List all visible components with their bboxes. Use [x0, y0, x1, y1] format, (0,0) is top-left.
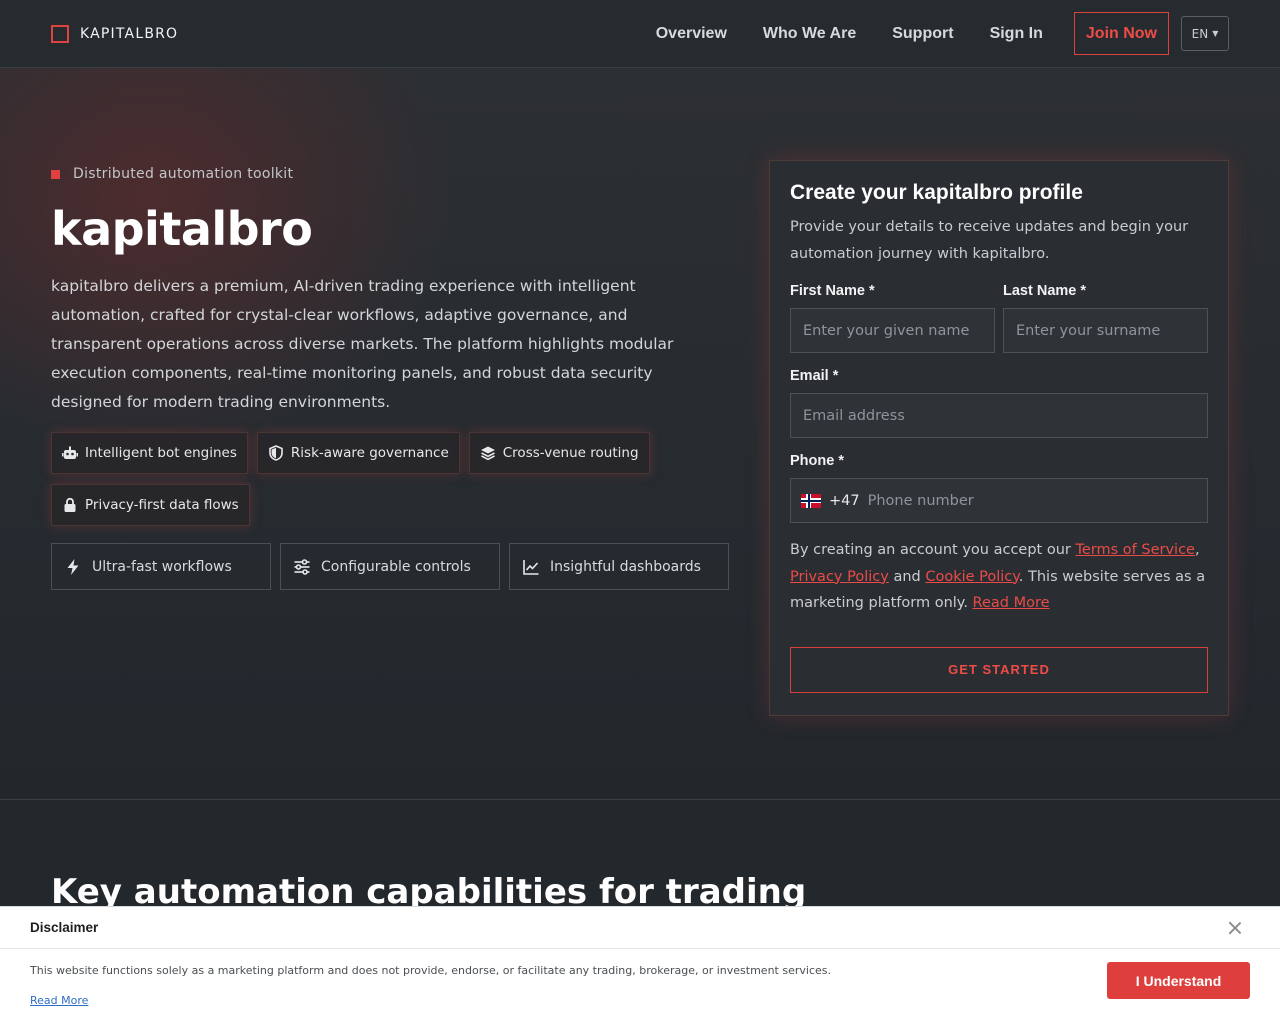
hero-section: Distributed automation toolkit kapitalbr…	[0, 68, 1280, 800]
square-bullet-icon	[51, 169, 60, 179]
shield-icon	[269, 445, 283, 461]
feature-configurable: Configurable controls	[280, 543, 500, 590]
disclaimer-text: This website functions solely as a marke…	[30, 964, 831, 977]
first-name-group: First Name * Enter your given name	[790, 283, 995, 353]
first-name-placeholder: Enter your given name	[803, 322, 970, 339]
chip-label: Intelligent bot engines	[85, 445, 237, 461]
feature-ultra-fast: Ultra-fast workflows	[51, 543, 271, 590]
join-now-button[interactable]: Join Now	[1073, 12, 1169, 55]
nav-support[interactable]: Support	[892, 25, 953, 43]
hero-eyebrow: Distributed automation toolkit	[51, 166, 293, 182]
feature-label: Insightful dashboards	[550, 558, 701, 575]
logo[interactable]: KAPITALBRO	[51, 24, 179, 43]
email-label: Email *	[790, 368, 839, 384]
last-name-input[interactable]: Enter your surname	[1003, 308, 1208, 353]
nav-who-we-are[interactable]: Who We Are	[763, 25, 856, 43]
chevron-down-icon: ▼	[1212, 29, 1219, 38]
language-label: EN	[1191, 26, 1209, 41]
signup-card: Create your kapitalbro profile Provide y…	[769, 160, 1229, 716]
privacy-policy-link[interactable]: Privacy Policy	[790, 569, 889, 585]
email-group: Email * Email address	[790, 368, 1208, 438]
email-placeholder: Email address	[803, 407, 905, 424]
phone-country-code[interactable]: +47	[829, 493, 860, 509]
phone-placeholder: Phone number	[867, 492, 974, 509]
site-header: KAPITALBRO Overview Who We Are Support S…	[0, 0, 1280, 68]
eyebrow-text: Distributed automation toolkit	[73, 166, 294, 182]
email-input[interactable]: Email address	[790, 393, 1208, 438]
lock-icon	[64, 497, 76, 512]
i-understand-button[interactable]: I Understand	[1107, 962, 1250, 999]
feature-cards: Ultra-fast workflows Configurable contro…	[51, 543, 729, 590]
first-name-input[interactable]: Enter your given name	[790, 308, 995, 353]
chart-line-icon	[523, 559, 539, 575]
chip-cross-venue: Cross-venue routing	[468, 432, 650, 474]
logo-square-icon	[51, 24, 69, 43]
hero-title: kapitalbro	[51, 202, 313, 256]
last-name-placeholder: Enter your surname	[1016, 322, 1161, 339]
feature-chips: Intelligent bot engines Risk-aware gover…	[51, 432, 671, 526]
signup-subtitle: Provide your details to receive updates …	[790, 219, 1189, 262]
close-icon[interactable]	[1228, 921, 1242, 935]
phone-group: Phone * +47 Phone number	[790, 453, 1208, 523]
language-selector[interactable]: EN ▼	[1181, 16, 1229, 51]
norway-flag-icon[interactable]	[801, 493, 821, 508]
disclaimer-read-more-link[interactable]: Read More	[30, 994, 88, 1007]
robot-icon	[62, 446, 78, 459]
sliders-icon	[294, 558, 310, 575]
feature-dashboards: Insightful dashboards	[509, 543, 729, 590]
read-more-link[interactable]: Read More	[973, 595, 1050, 611]
chip-label: Privacy-first data flows	[85, 497, 239, 513]
disclaimer-title: Disclaimer	[30, 920, 99, 935]
logo-text: KAPITALBRO	[80, 25, 179, 42]
terms-prefix: By creating an account you accept our	[790, 542, 1071, 558]
get-started-button[interactable]: GET STARTED	[790, 646, 1208, 693]
signup-title: Create your kapitalbro profile	[790, 181, 1083, 204]
first-name-label: First Name *	[790, 283, 875, 299]
disclaimer-header: Disclaimer	[0, 907, 1280, 949]
terms-and: and	[893, 568, 921, 585]
chip-label: Risk-aware governance	[290, 445, 449, 461]
phone-input[interactable]: +47 Phone number	[790, 478, 1208, 523]
phone-label: Phone *	[790, 453, 844, 469]
chip-risk-governance: Risk-aware governance	[256, 432, 460, 474]
nav-overview[interactable]: Overview	[656, 25, 727, 43]
cookie-policy-link[interactable]: Cookie Policy	[925, 569, 1018, 585]
feature-label: Ultra-fast workflows	[92, 558, 232, 575]
bolt-icon	[67, 558, 79, 575]
layers-icon	[480, 446, 495, 461]
terms-text: By creating an account you accept our Te…	[790, 542, 1206, 611]
chip-privacy: Privacy-first data flows	[51, 484, 250, 526]
terms-of-service-link[interactable]: Terms of Service	[1075, 542, 1194, 558]
main-nav: Overview Who We Are Support Sign In	[656, 25, 1043, 43]
chip-label: Cross-venue routing	[502, 445, 639, 461]
last-name-label: Last Name *	[1003, 283, 1087, 299]
feature-label: Configurable controls	[321, 558, 471, 575]
last-name-group: Last Name * Enter your surname	[1003, 283, 1208, 353]
name-row: First Name * Enter your given name Last …	[790, 268, 1208, 353]
hero-description: kapitalbro delivers a premium, AI-driven…	[51, 277, 674, 411]
chip-bot-engines: Intelligent bot engines	[51, 432, 248, 474]
disclaimer-banner: Disclaimer This website functions solely…	[0, 906, 1280, 1024]
nav-sign-in[interactable]: Sign In	[990, 25, 1043, 43]
